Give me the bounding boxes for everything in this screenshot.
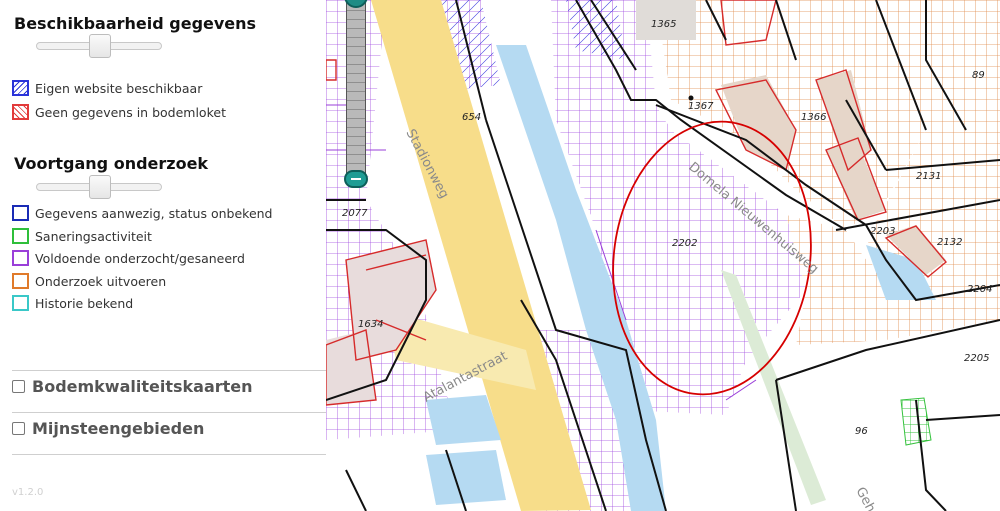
divider xyxy=(12,370,326,371)
parcel-label: 1365 xyxy=(651,19,676,30)
square-swatch-icon xyxy=(12,295,29,311)
legend-label: Gegevens aanwezig, status onbekend xyxy=(35,205,273,221)
parcel-label: 2131 xyxy=(916,171,941,182)
slider-handle[interactable] xyxy=(89,175,111,199)
parcel-label: 654 xyxy=(462,112,481,123)
point-marker xyxy=(688,95,694,101)
map-viewport[interactable]: 1365 89 1367 1366 654 2131 2077 2202 220… xyxy=(326,0,1000,511)
parcel-label: 89 xyxy=(972,70,985,81)
layer-label[interactable]: Bodemkwaliteitskaarten xyxy=(32,377,253,396)
square-swatch-icon xyxy=(12,250,29,266)
legend-item-onderzoek-uitvoeren: Onderzoek uitvoeren xyxy=(12,273,166,289)
water xyxy=(426,450,506,505)
hatch-swatch-icon xyxy=(12,80,29,96)
legend-panel: Beschikbaarheid gegevens Eigen website b… xyxy=(0,0,326,511)
parcel-label: 2204 xyxy=(967,284,992,295)
legend-item-historie: Historie bekend xyxy=(12,295,133,311)
divider xyxy=(12,412,326,413)
legend-label: Onderzoek uitvoeren xyxy=(35,273,167,289)
legend-label: Historie bekend xyxy=(35,295,134,311)
legend-label: Geen gegevens in bodemloket xyxy=(35,104,226,120)
legend-label: Saneringsactiviteit xyxy=(35,228,152,244)
section-title-voortgang: Voortgang onderzoek xyxy=(14,154,209,173)
parcel-label: 2202 xyxy=(672,238,697,249)
parcel-label: 2205 xyxy=(964,353,989,364)
layer-toggle-bodemkwaliteitskaarten[interactable]: Bodemkwaliteitskaarten xyxy=(12,377,253,396)
opacity-slider-beschikbaarheid[interactable] xyxy=(36,34,162,58)
hatch-swatch-icon xyxy=(12,104,29,120)
square-swatch-icon xyxy=(12,273,29,289)
legend-item-sanering: Saneringsactiviteit xyxy=(12,228,152,244)
parcel-label: 2077 xyxy=(342,208,368,219)
parcel-label: 2132 xyxy=(937,237,962,248)
zoom-handle[interactable] xyxy=(344,170,368,188)
layer-label[interactable]: Mijnsteengebieden xyxy=(32,419,204,438)
legend-item-geen-gegevens: Geen gegevens in bodemloket xyxy=(12,104,226,120)
checkbox-icon[interactable] xyxy=(12,422,25,435)
parcel-label: 2203 xyxy=(870,226,895,237)
checkbox-icon[interactable] xyxy=(12,380,25,393)
square-swatch-icon xyxy=(12,228,29,244)
zoom-slider-icon[interactable] xyxy=(344,0,368,188)
parcel-label: 1366 xyxy=(801,112,826,123)
legend-item-voldoende: Voldoende onderzocht/gesaneerd xyxy=(12,250,245,266)
layer-toggle-mijnsteengebieden[interactable]: Mijnsteengebieden xyxy=(12,419,204,438)
parcel-label: 1367 xyxy=(688,101,714,112)
legend-item-eigen-website: Eigen website beschikbaar xyxy=(12,80,202,96)
parcel-label: 1634 xyxy=(358,319,383,330)
square-swatch-icon xyxy=(12,205,29,221)
legend-label: Voldoende onderzocht/gesaneerd xyxy=(35,250,245,266)
zoom-track[interactable] xyxy=(346,0,366,178)
map-canvas[interactable]: 1365 89 1367 1366 654 2131 2077 2202 220… xyxy=(326,0,1000,511)
version-label: v1.2.0 xyxy=(12,487,44,498)
legend-label: Eigen website beschikbaar xyxy=(35,80,203,96)
slider-handle[interactable] xyxy=(89,34,111,58)
parcel-label: 96 xyxy=(855,426,868,437)
divider xyxy=(12,454,326,455)
section-title-beschikbaarheid: Beschikbaarheid gegevens xyxy=(14,14,257,33)
legend-item-gegevens-aanwezig: Gegevens aanwezig, status onbekend xyxy=(12,205,273,221)
opacity-slider-voortgang[interactable] xyxy=(36,175,162,199)
